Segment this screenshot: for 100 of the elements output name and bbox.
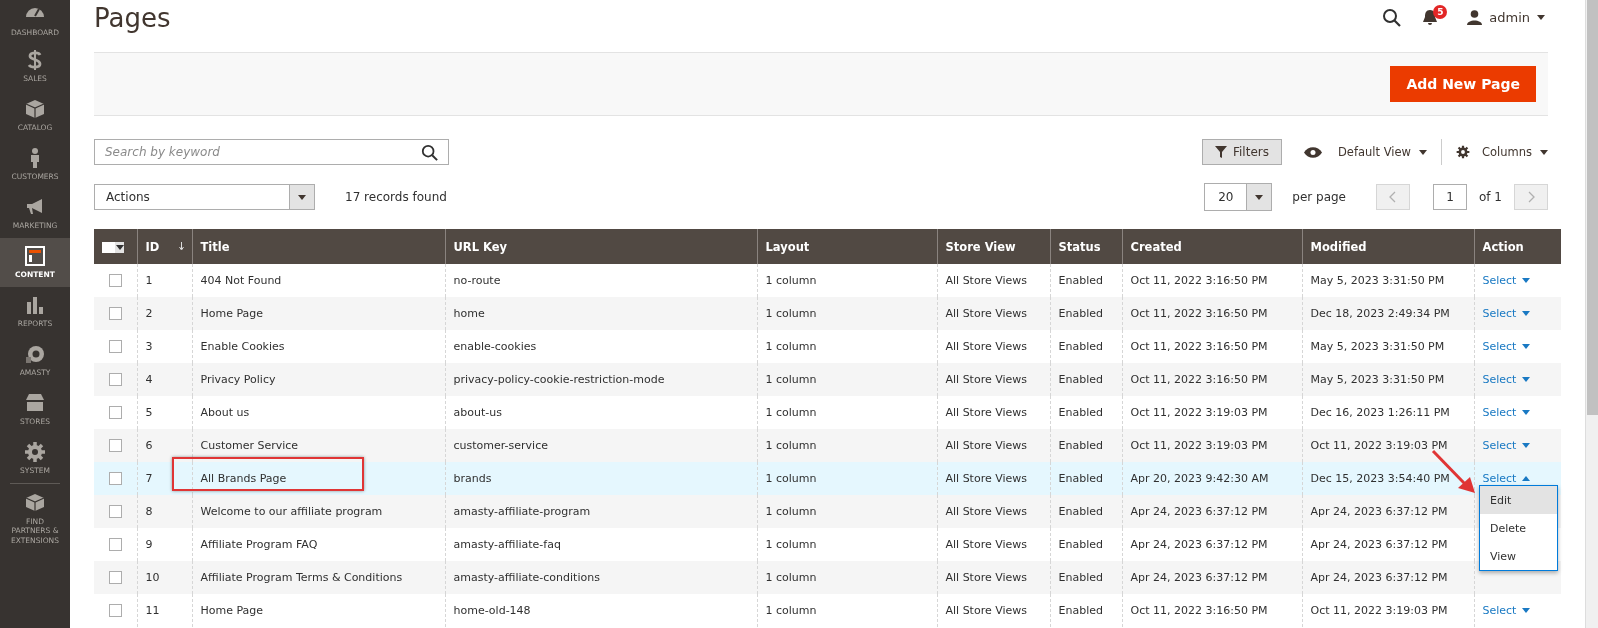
select-link[interactable]: Select: [1482, 604, 1531, 617]
created-cell: Apr 24, 2023 6:37:12 PM: [1122, 561, 1302, 594]
modified-cell: Apr 24, 2023 6:37:12 PM: [1302, 561, 1474, 594]
page-number-field[interactable]: 1: [1433, 184, 1467, 210]
column-header[interactable]: Created: [1122, 229, 1302, 264]
store-view-cell: All Store Views: [937, 363, 1050, 396]
id-cell: 10: [137, 561, 192, 594]
row-checkbox[interactable]: [108, 505, 122, 519]
caret-icon: [1418, 149, 1427, 155]
status-cell: Enabled: [1050, 495, 1122, 528]
url-key-cell: home: [445, 297, 757, 330]
status-cell: Enabled: [1050, 561, 1122, 594]
sort-arrow-icon: [178, 242, 184, 251]
row-checkbox[interactable]: [108, 604, 122, 618]
per-page-label: per page: [1292, 190, 1346, 204]
add-new-page-button[interactable]: Add New Page: [1390, 66, 1536, 102]
person-icon: [1467, 9, 1483, 25]
column-header[interactable]: Layout: [757, 229, 937, 264]
store-view-cell: All Store Views: [937, 297, 1050, 330]
id-cell: 7: [137, 462, 192, 495]
row-checkbox[interactable]: [108, 307, 122, 321]
column-header[interactable]: Action: [1474, 229, 1561, 264]
status-cell: Enabled: [1050, 363, 1122, 396]
column-header[interactable]: Store View: [937, 229, 1050, 264]
url-key-cell: home-old-148: [445, 594, 757, 627]
actions-dropdown[interactable]: Actions: [94, 184, 315, 210]
caret-icon: [1540, 149, 1548, 155]
view-dropdown[interactable]: Default View: [1282, 139, 1441, 165]
row-checkbox[interactable]: [108, 571, 122, 585]
caret-icon: [115, 244, 124, 250]
select-link[interactable]: Select: [1482, 406, 1531, 419]
funnel-icon: [1215, 146, 1227, 158]
title-cell: Welcome to our affiliate program: [192, 495, 445, 528]
caret-icon: [1522, 476, 1531, 481]
row-checkbox[interactable]: [108, 274, 122, 288]
id-cell: 6: [137, 429, 192, 462]
caret-icon: [1522, 344, 1531, 349]
store-view-cell: All Store Views: [937, 429, 1050, 462]
row-checkbox[interactable]: [108, 373, 122, 387]
created-cell: Apr 24, 2023 6:37:12 PM: [1122, 495, 1302, 528]
caret-icon: [1522, 311, 1531, 316]
box-icon: [24, 98, 46, 121]
modified-cell: Oct 11, 2022 3:19:03 PM: [1302, 429, 1474, 462]
title-cell: All Brands Page: [192, 462, 445, 495]
notification-bell[interactable]: 5: [1423, 7, 1446, 27]
letter-a-icon: [24, 343, 46, 366]
annotation-arrow: [1432, 450, 1476, 494]
modified-cell: Oct 11, 2022 3:19:03 PM: [1302, 594, 1474, 627]
store-view-cell: All Store Views: [937, 561, 1050, 594]
status-cell: Enabled: [1050, 297, 1122, 330]
previous-page-button[interactable]: [1376, 184, 1410, 210]
search-icon[interactable]: [1382, 7, 1402, 27]
row-checkbox[interactable]: [108, 406, 122, 420]
url-key-cell: brands: [445, 462, 757, 495]
column-header[interactable]: Title: [192, 229, 445, 264]
search-field[interactable]: Search by keyword: [94, 139, 449, 165]
blocks-icon: [24, 492, 46, 514]
url-key-cell: privacy-policy-cookie-restriction-mode: [445, 363, 757, 396]
id-cell: 11: [137, 594, 192, 627]
page-total: of 1: [1479, 190, 1502, 204]
select-link[interactable]: Select: [1482, 340, 1531, 353]
caret-icon: [1522, 443, 1531, 448]
status-cell: Enabled: [1050, 594, 1122, 627]
next-page-button[interactable]: [1514, 184, 1548, 210]
status-cell: Enabled: [1050, 462, 1122, 495]
status-cell: Enabled: [1050, 429, 1122, 462]
url-key-cell: amasty-affiliate-conditions: [445, 561, 757, 594]
id-cell: 8: [137, 495, 192, 528]
url-key-cell: amasty-affiliate-program: [445, 495, 757, 528]
row-checkbox[interactable]: [108, 538, 122, 552]
per-page-select[interactable]: 20: [1204, 183, 1273, 211]
gear-icon: [1455, 145, 1470, 159]
layout-cell: 1 column: [757, 495, 937, 528]
row-checkbox[interactable]: [108, 340, 122, 354]
column-header[interactable]: ID: [137, 229, 192, 264]
column-header[interactable]: Modified: [1302, 229, 1474, 264]
title-cell: Home Page: [192, 594, 445, 627]
search-icon[interactable]: [421, 143, 438, 161]
row-checkbox[interactable]: [108, 472, 122, 486]
select-link[interactable]: Select: [1482, 274, 1531, 287]
eye-icon: [1304, 146, 1322, 158]
caret-icon: [1522, 278, 1531, 283]
column-header[interactable]: URL Key: [445, 229, 757, 264]
scrollbar-thumb[interactable]: [1587, 0, 1598, 415]
mass-select-checkbox[interactable]: [102, 241, 124, 253]
columns-dropdown[interactable]: Columns: [1441, 139, 1548, 165]
user-menu[interactable]: admin: [1467, 9, 1545, 25]
row-checkbox[interactable]: [108, 439, 122, 453]
menu-item[interactable]: View: [1480, 542, 1557, 570]
created-cell: Oct 11, 2022 3:16:50 PM: [1122, 297, 1302, 330]
caret-icon: [1255, 194, 1264, 200]
layout-cell: 1 column: [757, 297, 937, 330]
notification-count: 5: [1433, 5, 1448, 19]
column-header[interactable]: Status: [1050, 229, 1122, 264]
menu-item[interactable]: Edit: [1480, 486, 1557, 514]
layout-cell: 1 column: [757, 594, 937, 627]
layout-cell: 1 column: [757, 561, 937, 594]
menu-item[interactable]: Delete: [1480, 514, 1557, 542]
filters-button[interactable]: Filters: [1202, 139, 1282, 165]
store-view-cell: All Store Views: [937, 594, 1050, 627]
